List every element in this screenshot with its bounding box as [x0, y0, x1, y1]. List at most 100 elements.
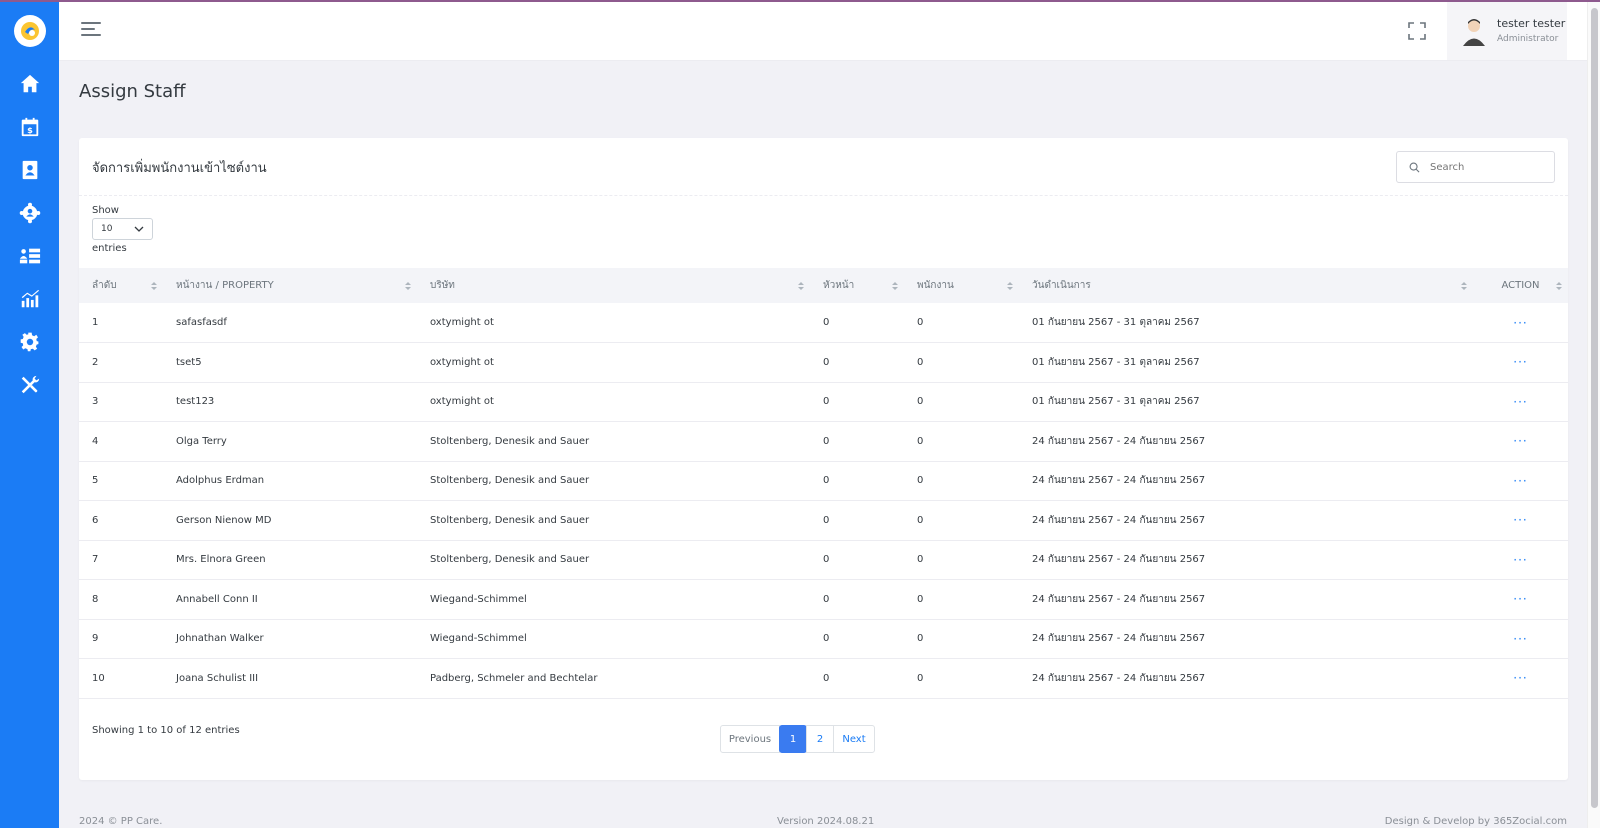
column-header-period[interactable]: วันดำเนินการ: [1019, 268, 1473, 303]
sidebar-item-contacts[interactable]: [0, 148, 59, 191]
contact-book-icon: [22, 160, 37, 179]
table-header-row: ลำดับ หน้างาน / PROPERTY บริษัท หัวหน้า …: [79, 268, 1568, 303]
show-label: Show: [92, 205, 119, 216]
sidebar-item-settings[interactable]: [0, 320, 59, 363]
table-row: 7 Mrs. Elnora Green Stoltenberg, Denesik a…: [79, 540, 1568, 580]
topbar: tester tester Administrator: [59, 2, 1587, 61]
cell-action: ···: [1473, 382, 1568, 422]
more-options-icon[interactable]: ···: [1513, 355, 1527, 369]
tools-icon: [21, 375, 39, 393]
sort-icon: [405, 282, 411, 290]
column-header-lead[interactable]: หัวหน้า: [810, 268, 904, 303]
table-row: 1 safasfasdf oxtymight ot 0 0 01 กันยายน 2567…: [79, 303, 1568, 343]
column-header-company[interactable]: บริษัท: [417, 268, 810, 303]
pagination-page-2[interactable]: 2: [806, 725, 834, 753]
sidebar-item-team-settings[interactable]: [0, 191, 59, 234]
more-options-icon[interactable]: ···: [1513, 316, 1527, 330]
sidebar-item-assign-staff[interactable]: [0, 234, 59, 277]
cell-company: oxtymight ot: [430, 396, 494, 408]
cell-period: 24 กันยายน 2567 - 24 กันยายน 2567: [1032, 593, 1206, 605]
sidebar-item-reports[interactable]: [0, 277, 59, 320]
search-box[interactable]: [1396, 151, 1555, 183]
more-options-icon[interactable]: ···: [1513, 592, 1527, 606]
cell-property: Annabell Conn II: [176, 593, 258, 605]
more-options-icon[interactable]: ···: [1513, 553, 1527, 567]
cell-period: 24 กันยายน 2567 - 24 กันยายน 2567: [1032, 672, 1206, 684]
pagination-previous-button[interactable]: Previous: [720, 725, 780, 753]
staff-list-icon: [19, 248, 40, 263]
page-length-select[interactable]: 10: [92, 218, 153, 240]
footer-credit: Design & Develop by 365Zocial.com: [1384, 816, 1567, 827]
chart-icon: [21, 289, 39, 307]
more-options-icon[interactable]: ···: [1513, 395, 1527, 409]
staff-table: ลำดับ หน้างาน / PROPERTY บริษัท หัวหน้า …: [79, 268, 1568, 699]
menu-toggle-button[interactable]: [81, 22, 101, 40]
cell-property: tset5: [176, 356, 202, 368]
cell-lead-count: 0: [823, 633, 830, 645]
svg-text:$: $: [27, 124, 33, 134]
cell-no: 7: [92, 554, 99, 566]
sidebar-item-home[interactable]: [0, 62, 59, 105]
cell-action: ···: [1473, 303, 1568, 343]
cell-company: Stoltenberg, Denesik and Sauer: [430, 475, 590, 487]
sort-icon: [798, 282, 804, 290]
cell-lead-count: 0: [823, 672, 830, 684]
column-header-staff[interactable]: พนักงาน: [904, 268, 1019, 303]
logo-area[interactable]: [0, 0, 59, 62]
cell-lead-count: 0: [823, 396, 830, 408]
cell-property: Gerson Nienow MD: [176, 514, 272, 526]
more-options-icon[interactable]: ···: [1513, 474, 1527, 488]
pagination-page-1[interactable]: 1: [779, 725, 807, 753]
page-length-control: Show 10 entries: [92, 205, 153, 254]
more-options-icon[interactable]: ···: [1513, 671, 1527, 685]
column-header-no[interactable]: ลำดับ: [79, 268, 163, 303]
footer: 2024 © PP Care. Version 2024.08.21 Desig…: [59, 800, 1587, 828]
cell-no: 4: [92, 435, 99, 447]
cell-no: 8: [92, 593, 99, 605]
cell-action: ···: [1473, 343, 1568, 383]
cell-company: Stoltenberg, Denesik and Sauer: [430, 514, 590, 526]
user-name: tester tester: [1497, 17, 1566, 30]
cell-staff-count: 0: [917, 435, 924, 447]
scrollbar-thumb[interactable]: [1591, 8, 1598, 808]
cell-staff-count: 0: [917, 554, 924, 566]
table-row: 8 Annabell Conn II Wiegand-Schimmel 0 0 24 กั…: [79, 580, 1568, 619]
assign-staff-card: จัดการเพิ่มพนักงานเข้าไซต์งาน Show 10 en…: [79, 138, 1568, 780]
fullscreen-icon[interactable]: [1408, 22, 1426, 40]
cell-period: 01 กันยายน 2567 - 31 ตุลาคม 2567: [1032, 396, 1200, 408]
cell-property: Mrs. Elnora Green: [176, 554, 266, 566]
search-input[interactable]: [1430, 161, 1540, 173]
user-menu[interactable]: tester tester Administrator: [1447, 2, 1567, 60]
more-options-icon[interactable]: ···: [1513, 513, 1527, 527]
users-gear-icon: [19, 202, 40, 223]
pagination-next-button[interactable]: Next: [833, 725, 875, 753]
cell-company: Wiegand-Schimmel: [430, 633, 527, 645]
table-row: 4 Olga Terry Stoltenberg, Denesik and Saue…: [79, 422, 1568, 462]
more-options-icon[interactable]: ···: [1513, 434, 1527, 448]
chevron-down-icon: [134, 226, 144, 232]
card-title: จัดการเพิ่มพนักงานเข้าไซต์งาน: [92, 161, 267, 176]
cell-company: Padberg, Schmeler and Bechtelar: [430, 672, 598, 684]
cell-property: Joana Schulist III: [176, 672, 259, 684]
search-icon: [1409, 162, 1420, 172]
cell-no: 9: [92, 633, 99, 645]
cell-period: 24 กันยายน 2567 - 24 กันยายน 2567: [1032, 633, 1206, 645]
sidebar-item-billing-calendar[interactable]: $: [0, 105, 59, 148]
app-logo[interactable]: [13, 15, 46, 47]
cell-action: ···: [1473, 422, 1568, 462]
sidebar: $: [0, 0, 59, 828]
cell-property: Adolphus Erdman: [176, 475, 265, 487]
page-scrollbar[interactable]: [1587, 0, 1600, 828]
cell-company: Wiegand-Schimmel: [430, 593, 527, 605]
cell-no: 5: [92, 475, 99, 487]
sidebar-item-tools[interactable]: [0, 363, 59, 406]
footer-version: Version 2024.08.21: [777, 816, 875, 827]
more-options-icon[interactable]: ···: [1513, 632, 1527, 646]
logo-icon: [20, 22, 39, 40]
column-header-property[interactable]: หน้างาน / PROPERTY: [163, 268, 417, 303]
table-row: 9 Johnathan Walker Wiegand-Schimmel 0 0 24 กั…: [79, 619, 1568, 659]
pagination: Previous 1 2 Next: [720, 725, 875, 753]
avatar: [1463, 19, 1485, 46]
cell-period: 01 กันยายน 2567 - 31 ตุลาคม 2567: [1032, 356, 1200, 368]
column-header-action[interactable]: ACTION: [1473, 268, 1568, 303]
